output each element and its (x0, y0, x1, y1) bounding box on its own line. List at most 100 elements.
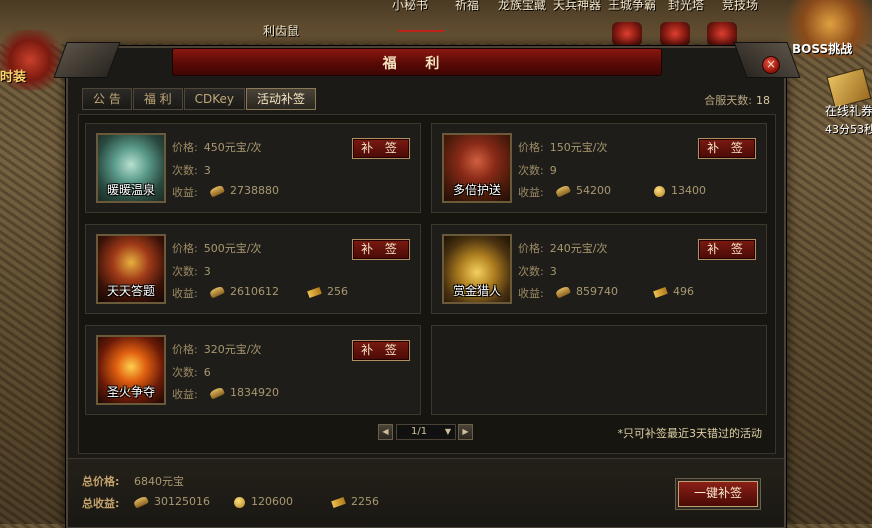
fashion-label: 时装 (0, 70, 27, 85)
frame-ornament-left (53, 42, 121, 78)
ingot-icon (554, 184, 572, 198)
tab-announcement[interactable]: 公 告 (82, 88, 132, 110)
gain-value: 54200 (576, 184, 611, 197)
price-label: 价格: (172, 242, 198, 255)
price-line: 价格: 150元宝/次 (518, 139, 607, 155)
gain-value: 496 (673, 285, 694, 298)
total-price-value: 6840元宝 (134, 475, 184, 488)
ticket-icon (331, 496, 346, 508)
total-ticket-value: 2256 (351, 495, 379, 508)
gain-value: 859740 (576, 285, 618, 298)
next-page-button[interactable]: ▶ (458, 424, 473, 440)
price-label: 价格: (518, 242, 544, 255)
gain-ingot: 859740 (554, 285, 618, 299)
gain-label: 收益: (172, 287, 198, 300)
activity-name: 赏金猎人 (452, 284, 501, 298)
activity-icon[interactable] (707, 22, 737, 46)
times-line: 次数: 6 (172, 364, 211, 380)
bounty-icon: 赏金猎人 (442, 234, 512, 304)
prev-page-button[interactable]: ◀ (378, 424, 393, 440)
times-value: 3 (203, 265, 211, 278)
price-line: 价格: 320元宝/次 (172, 341, 261, 357)
online-gift-label[interactable]: 在线礼券 (825, 102, 872, 119)
gain-label: 收益: (172, 388, 198, 401)
times-line: 次数: 3 (518, 263, 557, 279)
times-line: 次数: 9 (518, 162, 557, 178)
total-coin-value: 120600 (251, 495, 293, 508)
gain-ticket: 256 (307, 285, 348, 298)
price-label: 价格: (172, 141, 198, 154)
tab-cdkey[interactable]: CDKey (183, 88, 246, 110)
boss-challenge-label[interactable]: BOSS挑战 (792, 40, 852, 57)
coin-icon (234, 496, 245, 508)
makeup-sign-button[interactable]: 补 签 (698, 138, 756, 159)
gain-label: 收益: (518, 287, 544, 300)
window-title: 福 利 (382, 56, 452, 72)
top-label-divine-weapon[interactable]: 天兵神器 (553, 0, 601, 13)
activity-card-escort: 多倍护送 价格: 150元宝/次 次数: 9 收益: 54200 13400 补 签 (431, 123, 767, 213)
times-label: 次数: (172, 164, 198, 177)
price-line: 价格: 240元宝/次 (518, 240, 607, 256)
gain-value: 1834920 (230, 386, 279, 399)
activity-name: 多倍护送 (452, 183, 501, 197)
total-ingot-value: 30125016 (154, 495, 210, 508)
times-line: 次数: 3 (172, 263, 211, 279)
price-label: 价格: (172, 343, 198, 356)
gain-ingot: 54200 (554, 184, 611, 198)
makeup-sign-button[interactable]: 补 签 (352, 239, 410, 260)
price-value: 150元宝/次 (549, 141, 608, 154)
gain-label: 收益: (172, 186, 198, 199)
gain-ingot: 1834920 (208, 386, 279, 400)
times-value: 3 (203, 164, 211, 177)
server-merge-days: 合服天数: 18 (704, 92, 770, 108)
ingot-icon (554, 285, 572, 299)
gain-ingot: 2738880 (208, 184, 279, 198)
tab-welfare[interactable]: 福 利 (132, 88, 183, 110)
tab-activity-makeup[interactable]: 活动补签 (246, 88, 317, 110)
quiz-icon: 天天答题 (96, 234, 166, 304)
times-label: 次数: (518, 265, 544, 278)
top-label-secretary[interactable]: 小秘书 (392, 0, 428, 13)
top-label-tower[interactable]: 封光塔 (668, 0, 704, 13)
price-line: 价格: 450元宝/次 (172, 139, 261, 155)
gain-value: 256 (327, 285, 348, 298)
server-days-value: 18 (756, 94, 770, 107)
gain-ingot: 2610612 (208, 285, 279, 299)
activity-name: 天天答题 (106, 284, 155, 298)
makeup-sign-button[interactable]: 补 签 (352, 340, 410, 361)
total-gain-ticket: 2256 (331, 495, 379, 508)
gain-value: 13400 (671, 184, 706, 197)
makeup-sign-button[interactable]: 补 签 (352, 138, 410, 159)
online-gift-timer: 43分53秒 (825, 123, 872, 136)
page-select[interactable]: 1/1 ▼ (396, 424, 456, 440)
holy-fire-icon: 圣火争夺 (96, 335, 166, 405)
npc-name-label[interactable]: 利齿鼠 (263, 22, 299, 39)
window-title-bar[interactable]: 福 利 (172, 48, 662, 76)
top-label-arena[interactable]: 竞技场 (722, 0, 758, 13)
makeup-sign-button[interactable]: 补 签 (698, 239, 756, 260)
gain-ticket: 496 (653, 285, 694, 298)
activity-card-holy-fire: 圣火争夺 价格: 320元宝/次 次数: 6 收益: 1834920 补 签 (85, 325, 421, 415)
activity-card-hot-spring: 暖暖温泉 价格: 450元宝/次 次数: 3 收益: 2738880 补 签 (85, 123, 421, 213)
activity-card-bounty: 赏金猎人 价格: 240元宝/次 次数: 3 收益: 859740 496 补 签 (431, 224, 767, 314)
times-value: 6 (203, 366, 211, 379)
top-label-city-war[interactable]: 王城争霸 (608, 0, 656, 13)
times-value: 9 (549, 164, 557, 177)
sign-all-button[interactable]: 一键补签 (678, 481, 758, 507)
ingot-icon (208, 285, 226, 299)
summary-footer: 总价格: 6840元宝 总收益: 30125016 120600 2256 一键… (68, 458, 784, 527)
activity-icon[interactable] (612, 22, 642, 46)
price-value: 320元宝/次 (203, 343, 262, 356)
ingot-icon (132, 495, 150, 509)
times-line: 次数: 3 (172, 162, 211, 178)
ingot-icon (208, 184, 226, 198)
activity-icon[interactable] (659, 22, 690, 46)
welfare-window: 福 利 × 公 告福 利 CDKey 活动补签 合服天数: 18 暖暖温泉 价格: 45… (53, 42, 801, 528)
gain-coin: 13400 (654, 184, 706, 197)
empty-activity-slot (431, 325, 767, 415)
top-label-pray[interactable]: 祈福 (455, 0, 479, 13)
price-label: 价格: (518, 141, 544, 154)
top-label-dragon-treasure[interactable]: 龙族宝藏 (498, 0, 546, 13)
notification-underline (398, 30, 444, 32)
close-button[interactable]: × (762, 56, 780, 74)
